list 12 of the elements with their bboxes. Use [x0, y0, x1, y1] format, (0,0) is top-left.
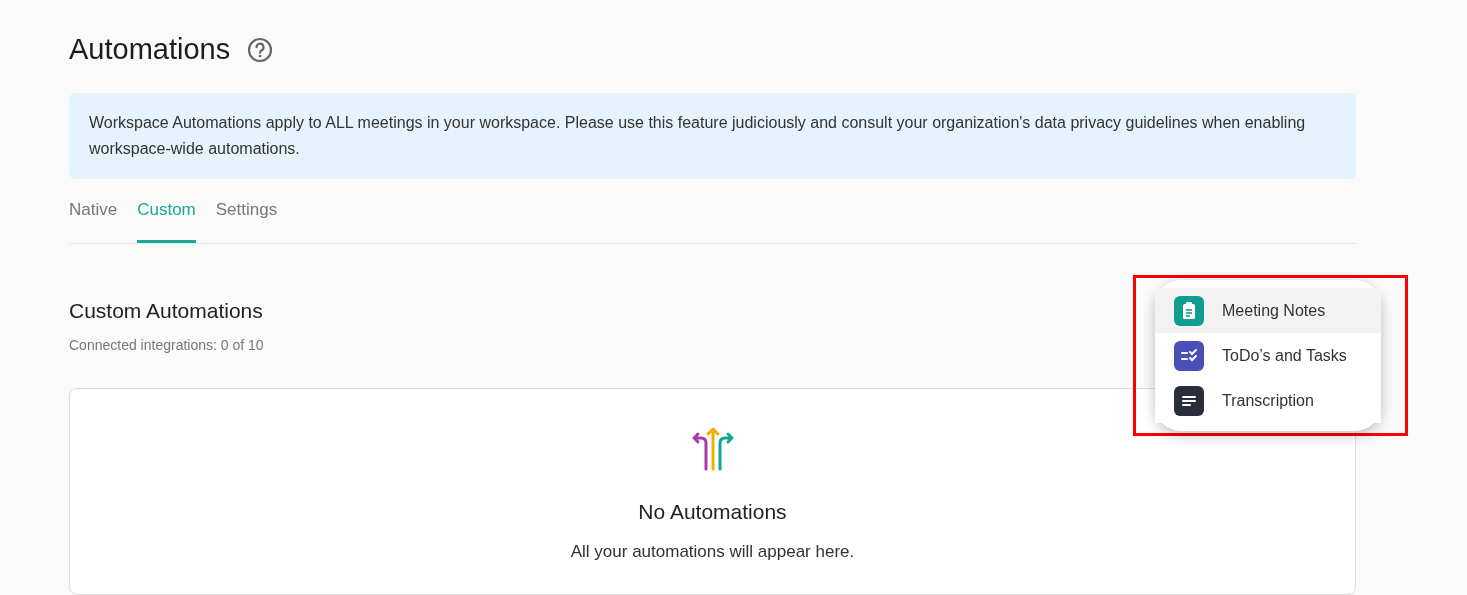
- menu-item[interactable]: Meeting Notes: [1155, 288, 1381, 333]
- tab[interactable]: Native: [69, 194, 118, 243]
- empty-state-message: All your automations will appear here.: [570, 541, 855, 563]
- section-subtitle: Connected integrations: 0 of 10: [69, 335, 264, 355]
- tab[interactable]: Settings: [215, 194, 278, 243]
- menu-item[interactable]: Transcription: [1155, 378, 1381, 423]
- banner-text: Workspace Automations apply to ALL meetings in your workspace. Please use this feature judiciously and consult your organization's data privacy guidelines when enabling workspace-wide automations.: [89, 113, 1306, 157]
- page-title: Automations: [69, 32, 231, 67]
- section-title: Custom Automations: [69, 298, 263, 324]
- empty-state-title: No Automations: [638, 498, 787, 525]
- menu-item[interactable]: ToDo’s and Tasks: [1155, 333, 1381, 378]
- help-icon[interactable]: [247, 36, 274, 63]
